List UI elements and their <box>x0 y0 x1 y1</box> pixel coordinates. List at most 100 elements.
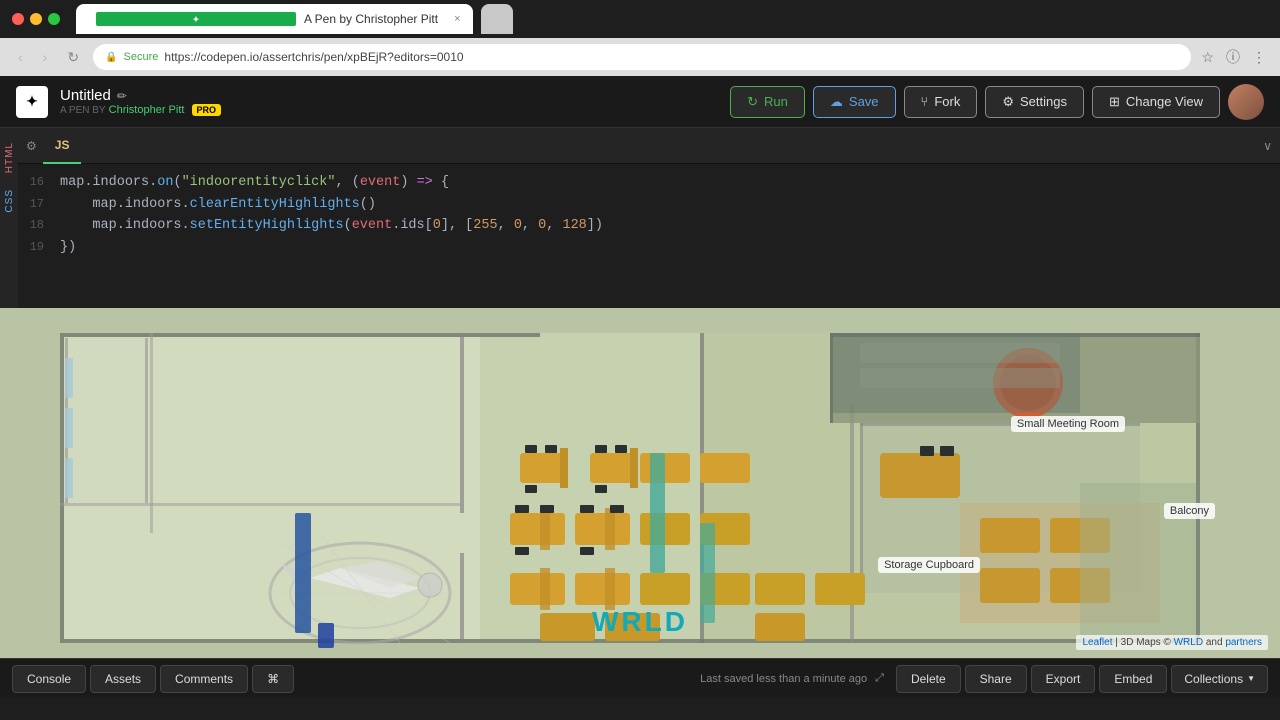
tab-js[interactable]: JS <box>43 128 82 164</box>
code-line-18: 18 map.indoors.setEntityHighlights(event… <box>0 215 1280 237</box>
line-number-17: 17 <box>16 195 44 214</box>
browser-active-tab[interactable]: ✦ A Pen by Christopher Pitt × <box>76 4 473 34</box>
run-icon: ↻ <box>747 94 758 110</box>
collections-button[interactable]: Collections ▼ <box>1171 665 1268 693</box>
map-attribution: Leaflet | 3D Maps © WRLD and partners <box>1076 635 1268 650</box>
code-content-17: map.indoors.clearEntityHighlights() <box>60 194 376 216</box>
code-content-16: map.indoors.on("indoorentityclick", (eve… <box>60 172 449 194</box>
minimize-window-button[interactable] <box>30 13 42 25</box>
meeting-room-label: Small Meeting Room <box>1011 416 1125 432</box>
code-content-19: }) <box>60 237 76 259</box>
balcony-label: Balcony <box>1164 503 1215 519</box>
collections-chevron-icon: ▼ <box>1247 674 1255 683</box>
tab-title: A Pen by Christopher Pitt <box>304 12 438 26</box>
comments-button[interactable]: Comments <box>160 665 248 693</box>
browser-info-button[interactable]: ⓘ <box>1224 45 1242 69</box>
map-container[interactable]: Small Meeting Room Balcony Storage Cupbo… <box>0 308 1280 658</box>
run-button[interactable]: ↻ Run <box>730 86 805 118</box>
browser-toolbar: ‹ › ↻ 🔒 Secure https://codepen.io/assert… <box>0 38 1280 76</box>
cmd-button[interactable]: ⌘ <box>252 665 294 693</box>
save-icon: ☁ <box>830 94 843 110</box>
change-view-label: Change View <box>1126 94 1203 109</box>
settings-label: Settings <box>1020 94 1067 109</box>
logo-icon: ✦ <box>26 93 38 110</box>
storage-label: Storage Cupboard <box>878 557 980 573</box>
bottom-right-actions: Delete Share Export Embed Collections ▼ <box>896 665 1268 693</box>
pen-author-name[interactable]: Christopher Pitt <box>109 104 185 116</box>
line-number-19: 19 <box>16 238 44 257</box>
codepen-header: ✦ Untitled ✏ A PEN BY Christopher Pitt P… <box>0 76 1280 128</box>
codepen-title-area: Untitled ✏ A PEN BY Christopher Pitt PRO <box>60 87 221 116</box>
embed-button[interactable]: Embed <box>1099 665 1167 693</box>
browser-url: https://codepen.io/assertchris/pen/xpBEj… <box>164 50 463 64</box>
cmd-icon: ⌘ <box>267 672 279 686</box>
secure-icon: 🔒 <box>105 52 117 63</box>
line-number-18: 18 <box>16 216 44 235</box>
editor-area: HTML CSS ⚙ JS ∨ 16 map.indoors.on("indoo… <box>0 128 1280 308</box>
pen-author-line: A PEN BY Christopher Pitt PRO <box>60 104 221 116</box>
wrld-link[interactable]: WRLD <box>1174 637 1203 648</box>
export-button[interactable]: Export <box>1031 665 1096 693</box>
browser-menu-button[interactable]: ⋮ <box>1250 47 1268 68</box>
editor-collapse-button[interactable]: ∨ <box>1263 139 1272 153</box>
browser-address-bar[interactable]: 🔒 Secure https://codepen.io/assertchris/… <box>93 44 1191 70</box>
browser-titlebar: ✦ A Pen by Christopher Pitt × <box>0 0 1280 38</box>
codepen-app: ✦ Untitled ✏ A PEN BY Christopher Pitt P… <box>0 76 1280 698</box>
browser-inactive-tab[interactable] <box>481 4 513 34</box>
user-avatar[interactable] <box>1228 84 1264 120</box>
delete-button[interactable]: Delete <box>896 665 961 693</box>
code-line-17: 17 map.indoors.clearEntityHighlights() <box>0 194 1280 216</box>
browser-back-button[interactable]: ‹ <box>12 47 29 67</box>
save-status-text: Last saved less than a minute ago <box>700 673 867 685</box>
browser-forward-button[interactable]: › <box>37 47 54 67</box>
browser-bookmark-button[interactable]: ☆ <box>1199 47 1216 68</box>
external-link-icon[interactable]: ⤢ <box>875 672 884 685</box>
line-number-16: 16 <box>16 173 44 192</box>
tab-close-button[interactable]: × <box>454 13 460 25</box>
secure-label: Secure <box>124 51 159 63</box>
browser-chrome: ✦ A Pen by Christopher Pitt × ‹ › ↻ 🔒 Se… <box>0 0 1280 76</box>
codepen-action-buttons: ↻ Run ☁ Save ⑂ Fork ⚙ Settings ⊞ Change … <box>730 86 1220 118</box>
save-button[interactable]: ☁ Save <box>813 86 896 118</box>
js-tab-label: JS <box>55 138 70 152</box>
pro-badge: PRO <box>192 104 222 116</box>
pen-title: Untitled ✏ <box>60 87 221 104</box>
edit-title-icon[interactable]: ✏ <box>117 89 127 103</box>
run-label: Run <box>764 94 788 109</box>
change-view-button[interactable]: ⊞ Change View <box>1092 86 1220 118</box>
tab-favicon: ✦ <box>96 12 296 26</box>
code-content-18: map.indoors.setEntityHighlights(event.id… <box>60 215 603 237</box>
browser-refresh-button[interactable]: ↻ <box>61 47 85 68</box>
html-side-tab[interactable]: HTML <box>2 136 17 179</box>
save-status: Last saved less than a minute ago ⤢ <box>700 672 884 685</box>
save-label: Save <box>849 94 879 109</box>
partners-link[interactable]: partners <box>1225 637 1262 648</box>
code-editor[interactable]: 16 map.indoors.on("indoorentityclick", (… <box>0 164 1280 308</box>
share-button[interactable]: Share <box>965 665 1027 693</box>
editor-settings-icon[interactable]: ⚙ <box>26 139 37 153</box>
collections-label: Collections <box>1184 672 1243 686</box>
fork-icon: ⑂ <box>921 94 929 109</box>
pen-by-label: A PEN BY <box>60 105 106 116</box>
side-tabs: HTML CSS <box>0 128 18 308</box>
code-line-16: 16 map.indoors.on("indoorentityclick", (… <box>0 172 1280 194</box>
fork-label: Fork <box>934 94 960 109</box>
editor-tabs: ⚙ JS ∨ <box>18 128 1280 164</box>
pen-title-text[interactable]: Untitled <box>60 87 111 104</box>
browser-window-controls <box>12 13 60 25</box>
settings-icon: ⚙ <box>1002 94 1014 110</box>
codepen-logo[interactable]: ✦ <box>16 86 48 118</box>
maximize-window-button[interactable] <box>48 13 60 25</box>
fork-button[interactable]: ⑂ Fork <box>904 86 978 118</box>
leaflet-link[interactable]: Leaflet <box>1082 637 1112 648</box>
settings-button[interactable]: ⚙ Settings <box>985 86 1084 118</box>
console-button[interactable]: Console <box>12 665 86 693</box>
bottom-bar: Console Assets Comments ⌘ Last saved les… <box>0 658 1280 698</box>
preview-area[interactable]: Small Meeting Room Balcony Storage Cupbo… <box>0 308 1280 658</box>
close-window-button[interactable] <box>12 13 24 25</box>
change-view-icon: ⊞ <box>1109 94 1120 110</box>
wrld-logo: WRLD <box>592 606 688 638</box>
assets-button[interactable]: Assets <box>90 665 156 693</box>
code-line-19: 19 }) <box>0 237 1280 259</box>
css-side-tab[interactable]: CSS <box>2 183 17 219</box>
